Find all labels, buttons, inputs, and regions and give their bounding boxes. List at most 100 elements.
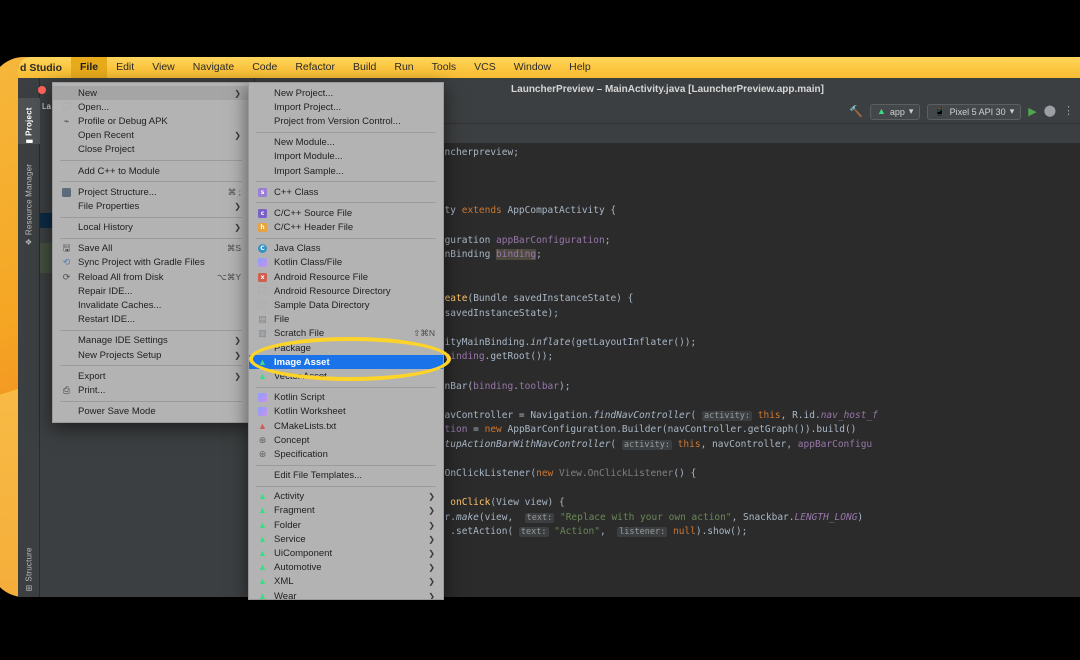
- menu-item-label: New Project...: [274, 88, 435, 99]
- menu-item-c-c-header-file[interactable]: hC/C++ Header File: [249, 221, 443, 235]
- sidebar-item-resource-manager-label: Resource Manager: [25, 164, 34, 235]
- menu-item-new-module[interactable]: New Module...: [249, 136, 443, 150]
- menu-item-project-from-version-control[interactable]: Project from Version Control...: [249, 114, 443, 128]
- menu-item-save-all[interactable]: 🖫Save All⌘S: [53, 242, 249, 256]
- menu-item-profile-or-debug-apk[interactable]: ⌁Profile or Debug APK: [53, 114, 249, 128]
- menu-item-label: Fragment: [274, 505, 422, 516]
- menu-separator: [60, 160, 242, 161]
- menu-item-repair-ide[interactable]: Repair IDE...: [53, 284, 249, 298]
- menu-item-scratch-file[interactable]: ▥Scratch File⇧⌘N: [249, 327, 443, 341]
- menu-item-image-asset[interactable]: ▲Image Asset: [249, 355, 443, 369]
- menu-item-label: Open Recent: [78, 130, 228, 141]
- menu-item-open[interactable]: 🗀Open...: [53, 100, 249, 114]
- menu-item-new-projects-setup[interactable]: New Projects Setup❯: [53, 348, 249, 362]
- chevron-right-icon: ❯: [428, 577, 435, 586]
- menu-item-specification[interactable]: ⊛Specification: [249, 447, 443, 461]
- menu-item-new[interactable]: New❯: [53, 86, 249, 100]
- menu-item-import-project[interactable]: Import Project...: [249, 100, 443, 114]
- device-selector[interactable]: 📱 Pixel 5 API 30 ▾: [927, 104, 1021, 120]
- menu-item-project-structure[interactable]: Project Structure...⌘ ;: [53, 185, 249, 199]
- menu-item-kotlin-script[interactable]: Kotlin Script: [249, 391, 443, 405]
- menu-item-manage-ide-settings[interactable]: Manage IDE Settings❯: [53, 334, 249, 348]
- menu-item-import-sample[interactable]: Import Sample...: [249, 164, 443, 178]
- menubar-item-build[interactable]: Build: [344, 57, 385, 78]
- menubar-item-refactor[interactable]: Refactor: [286, 57, 344, 78]
- menu-item-java-class[interactable]: CJava Class: [249, 242, 443, 256]
- window-close-dot[interactable]: [38, 86, 46, 94]
- menu-item-label: Repair IDE...: [78, 286, 241, 297]
- menu-item-folder[interactable]: ▲Folder❯: [249, 518, 443, 532]
- menu-separator: [256, 202, 436, 203]
- menu-item-automotive[interactable]: ▲Automotive❯: [249, 561, 443, 575]
- menu-item-file-properties[interactable]: File Properties❯: [53, 199, 249, 213]
- menu-item-label: Import Sample...: [274, 166, 435, 177]
- more-vertical-icon[interactable]: ⋮: [1063, 106, 1074, 117]
- menubar-item-edit[interactable]: Edit: [107, 57, 143, 78]
- menu-item-edit-file-templates[interactable]: Edit File Templates...: [249, 469, 443, 483]
- menubar-item-file[interactable]: File: [71, 57, 107, 78]
- run-icon[interactable]: ▶: [1028, 105, 1036, 118]
- menu-item-reload-all-from-disk[interactable]: ⟳Reload All from Disk⌥⌘Y: [53, 270, 249, 284]
- chevron-right-icon: ❯: [234, 372, 241, 381]
- menu-item-uicomponent[interactable]: ▲UiComponent❯: [249, 546, 443, 560]
- chevron-right-icon: ❯: [428, 535, 435, 544]
- menu-item-invalidate-caches[interactable]: Invalidate Caches...: [53, 298, 249, 312]
- menu-item-kotlin-worksheet[interactable]: Kotlin Worksheet: [249, 405, 443, 419]
- menu-item-sample-data-directory[interactable]: 🗀Sample Data Directory: [249, 298, 443, 312]
- menu-item-label: UiComponent: [274, 548, 422, 559]
- menu-item-package[interactable]: 🗁Package: [249, 341, 443, 355]
- menu-item-export[interactable]: Export❯: [53, 369, 249, 383]
- chevron-right-icon: ❯: [428, 492, 435, 501]
- menu-item-sync-project-with-gradle-files[interactable]: ⟲Sync Project with Gradle Files: [53, 256, 249, 270]
- menubar-item-view[interactable]: View: [143, 57, 184, 78]
- menu-item-restart-ide[interactable]: Restart IDE...: [53, 313, 249, 327]
- build-icon[interactable]: 🔨: [849, 105, 863, 118]
- menu-item-android-resource-directory[interactable]: 🗀Android Resource Directory: [249, 284, 443, 298]
- sidebar-item-resource-manager[interactable]: ❖ Resource Manager: [25, 156, 34, 246]
- menu-item-import-module[interactable]: Import Module...: [249, 150, 443, 164]
- menu-item-vector-asset[interactable]: ▲Vector Asset: [249, 369, 443, 383]
- menu-item-local-history[interactable]: Local History❯: [53, 221, 249, 235]
- scratch-file-icon: ▥: [257, 328, 268, 339]
- menubar-item-code[interactable]: Code: [243, 57, 286, 78]
- build-variant-selector[interactable]: ▲ app ▾: [870, 104, 920, 120]
- menu-item-wear[interactable]: ▲Wear❯: [249, 589, 443, 600]
- debug-icon[interactable]: ⬤: [1044, 106, 1056, 117]
- menu-item-concept[interactable]: ⊛Concept: [249, 433, 443, 447]
- menu-item-activity[interactable]: ▲Activity❯: [249, 490, 443, 504]
- menu-item-close-project[interactable]: Close Project: [53, 143, 249, 157]
- menu-item-xml[interactable]: ▲XML❯: [249, 575, 443, 589]
- chevron-down-icon: ▾: [1010, 106, 1015, 117]
- menubar-item-tools[interactable]: Tools: [423, 57, 466, 78]
- menu-item-cmakelists-txt[interactable]: ▲CMakeLists.txt: [249, 419, 443, 433]
- menu-item-fragment[interactable]: ▲Fragment❯: [249, 504, 443, 518]
- sidebar-item-structure[interactable]: ⊞ Structure: [25, 530, 34, 592]
- menu-item-android-resource-file[interactable]: xAndroid Resource File: [249, 270, 443, 284]
- menu-item-label: Restart IDE...: [78, 314, 241, 325]
- menu-item-add-c-to-module[interactable]: Add C++ to Module: [53, 164, 249, 178]
- menu-item-c-class[interactable]: sC++ Class: [249, 185, 443, 199]
- menu-item-new-project[interactable]: New Project...: [249, 86, 443, 100]
- menubar-item-vcs[interactable]: VCS: [465, 57, 505, 78]
- structure-icon: ⊞: [25, 585, 34, 592]
- menubar-item-window[interactable]: Window: [505, 57, 560, 78]
- menu-item-kotlin-class-file[interactable]: Kotlin Class/File: [249, 256, 443, 270]
- chevron-right-icon: ❯: [234, 223, 241, 232]
- kotlin-file-icon: [257, 393, 268, 402]
- menu-item-print[interactable]: ⎙Print...: [53, 383, 249, 397]
- menubar-item-help[interactable]: Help: [560, 57, 600, 78]
- menu-item-file[interactable]: ▤File: [249, 313, 443, 327]
- menubar-item-run[interactable]: Run: [385, 57, 422, 78]
- menu-item-open-recent[interactable]: Open Recent❯: [53, 129, 249, 143]
- sidebar-item-project[interactable]: ▮ Project: [25, 98, 34, 144]
- menu-item-c-c-source-file[interactable]: cC/C++ Source File: [249, 206, 443, 220]
- resource-manager-icon: ❖: [25, 238, 34, 245]
- menu-item-label: File: [274, 314, 435, 325]
- menu-item-service[interactable]: ▲Service❯: [249, 532, 443, 546]
- new-submenu-dropdown[interactable]: New Project...Import Project...Project f…: [248, 82, 444, 600]
- menu-item-power-save-mode[interactable]: Power Save Mode: [53, 405, 249, 419]
- menubar-item-navigate[interactable]: Navigate: [184, 57, 243, 78]
- file-menu-dropdown[interactable]: New❯🗀Open...⌁Profile or Debug APKOpen Re…: [52, 82, 250, 423]
- profile-icon: ⌁: [61, 116, 72, 127]
- menu-separator: [256, 465, 436, 466]
